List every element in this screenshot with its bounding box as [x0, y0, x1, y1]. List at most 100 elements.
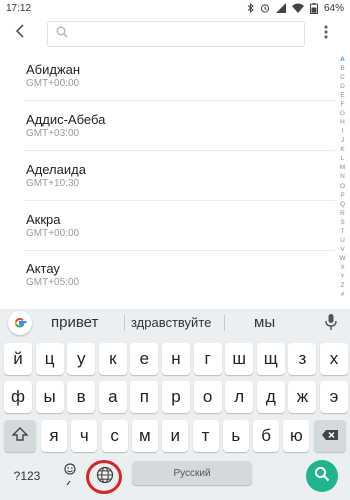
- alphabet-index-letter[interactable]: E: [335, 92, 350, 100]
- alphabet-index-letter[interactable]: N: [335, 173, 350, 181]
- alphabet-index-letter[interactable]: K: [335, 146, 350, 154]
- suggestion-strip: привет здравствуйте мы: [0, 309, 350, 337]
- alphabet-index-letter[interactable]: T: [335, 228, 350, 236]
- space-key[interactable]: Русский: [132, 461, 252, 485]
- key-letter[interactable]: т: [192, 420, 219, 452]
- signal-icon: [275, 3, 286, 13]
- key-letter[interactable]: у: [67, 343, 96, 375]
- battery-percent: 64%: [323, 2, 344, 14]
- alphabet-index-letter[interactable]: J: [335, 137, 350, 145]
- search-action-key[interactable]: [306, 460, 338, 492]
- search-box[interactable]: [47, 21, 305, 47]
- alphabet-index[interactable]: A B C D E F G H I J K L M N O P Q R S T U V W X Y Z #: [335, 56, 350, 300]
- alphabet-index-letter[interactable]: W: [335, 255, 350, 263]
- alphabet-index-letter[interactable]: L: [335, 155, 350, 163]
- divider: [224, 315, 225, 331]
- key-letter[interactable]: к: [98, 343, 127, 375]
- key-letter[interactable]: щ: [256, 343, 285, 375]
- alphabet-index-letter[interactable]: D: [335, 83, 350, 91]
- key-letter[interactable]: б: [253, 420, 280, 452]
- key-letter[interactable]: й: [4, 343, 32, 375]
- key-letter[interactable]: г: [193, 343, 222, 375]
- alphabet-index-letter[interactable]: C: [335, 74, 350, 82]
- key-letter[interactable]: ж: [288, 381, 317, 413]
- key-letter[interactable]: д: [256, 381, 285, 413]
- key-letter[interactable]: в: [67, 381, 96, 413]
- microphone-icon[interactable]: [325, 313, 337, 336]
- keyboard-row-3: ячсмитьбю: [0, 420, 350, 452]
- key-letter[interactable]: ч: [71, 420, 98, 452]
- suggestion-3[interactable]: мы: [254, 314, 275, 331]
- key-letter[interactable]: м: [131, 420, 158, 452]
- more-vert-icon: [324, 25, 328, 44]
- keyboard: привет здравствуйте мы йцукенгшщзх фывап…: [0, 309, 350, 500]
- key-letter[interactable]: с: [101, 420, 128, 452]
- list-item[interactable]: Аддис-Абеба GMT+03:00: [0, 102, 335, 151]
- alphabet-index-letter[interactable]: A: [335, 56, 350, 64]
- alphabet-index-letter[interactable]: Z: [335, 282, 350, 290]
- alphabet-index-letter[interactable]: I: [335, 128, 350, 136]
- alphabet-index-letter[interactable]: #: [335, 291, 350, 299]
- key-letter[interactable]: р: [162, 381, 190, 413]
- key-letter[interactable]: ю: [283, 420, 310, 452]
- back-button[interactable]: [0, 16, 40, 50]
- keyboard-row-1: йцукенгшщзх: [0, 343, 350, 375]
- search-input[interactable]: [74, 23, 304, 45]
- alarm-icon: [260, 3, 270, 13]
- key-letter[interactable]: х: [320, 343, 348, 375]
- key-letter[interactable]: и: [162, 420, 189, 452]
- alphabet-index-letter[interactable]: R: [335, 210, 350, 218]
- alphabet-index-letter[interactable]: V: [335, 246, 350, 254]
- google-logo-icon[interactable]: [8, 311, 32, 335]
- symbols-key[interactable]: ?123: [4, 460, 50, 492]
- alphabet-index-letter[interactable]: F: [335, 101, 350, 109]
- key-letter[interactable]: ш: [225, 343, 254, 375]
- key-letter[interactable]: ц: [35, 343, 64, 375]
- backspace-key[interactable]: [314, 420, 346, 452]
- alphabet-index-letter[interactable]: G: [335, 110, 350, 118]
- key-letter[interactable]: о: [193, 381, 222, 413]
- key-letter[interactable]: ф: [4, 381, 32, 413]
- alphabet-index-letter[interactable]: X: [335, 264, 350, 272]
- wifi-icon: [291, 3, 304, 13]
- alphabet-index-letter[interactable]: O: [335, 183, 350, 191]
- key-letter[interactable]: э: [320, 381, 348, 413]
- search-icon: [56, 25, 68, 43]
- language-switch-key[interactable]: [90, 461, 120, 493]
- suggestion-1[interactable]: привет: [51, 314, 98, 331]
- alphabet-index-letter[interactable]: Q: [335, 201, 350, 209]
- alphabet-index-letter[interactable]: M: [335, 164, 350, 172]
- alphabet-index-letter[interactable]: B: [335, 65, 350, 73]
- key-letter[interactable]: л: [225, 381, 254, 413]
- more-options-button[interactable]: [320, 24, 332, 44]
- shift-key[interactable]: [4, 420, 36, 452]
- list-item[interactable]: Абиджан GMT+00:00: [0, 52, 335, 101]
- shift-arrow-icon: [11, 426, 29, 446]
- divider: [24, 100, 335, 101]
- alphabet-index-letter[interactable]: U: [335, 237, 350, 245]
- key-letter[interactable]: ы: [35, 381, 64, 413]
- battery-icon: [309, 2, 318, 14]
- status-bar: 17:12 64%: [0, 0, 350, 16]
- key-letter[interactable]: з: [288, 343, 317, 375]
- divider: [24, 150, 335, 151]
- alphabet-index-letter[interactable]: Y: [335, 273, 350, 281]
- city-timezone: GMT+00:00: [26, 228, 80, 239]
- list-item[interactable]: Аккра GMT+00:00: [0, 202, 335, 251]
- key-letter[interactable]: ь: [222, 420, 249, 452]
- key-letter[interactable]: я: [41, 420, 67, 452]
- key-letter[interactable]: е: [130, 343, 159, 375]
- suggestion-2[interactable]: здравствуйте: [131, 315, 211, 330]
- emoji-key[interactable]: [54, 460, 86, 492]
- alphabet-index-letter[interactable]: P: [335, 192, 350, 200]
- key-letter[interactable]: а: [98, 381, 127, 413]
- key-letter[interactable]: н: [162, 343, 190, 375]
- alphabet-index-letter[interactable]: H: [335, 119, 350, 127]
- emoji-icon: [62, 462, 78, 490]
- city-name: Аккра: [26, 212, 61, 227]
- key-letter[interactable]: п: [130, 381, 159, 413]
- alphabet-index-letter[interactable]: S: [335, 219, 350, 227]
- list-item[interactable]: Аделаида GMT+10:30: [0, 152, 335, 201]
- city-name: Актау: [26, 261, 60, 276]
- list-item[interactable]: Актау GMT+05:00: [0, 251, 335, 298]
